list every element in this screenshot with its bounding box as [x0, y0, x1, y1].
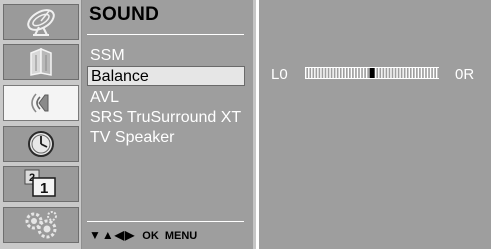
sound-speaker-tile[interactable] [3, 85, 79, 121]
balance-tick [375, 68, 377, 78]
balance-tick [408, 68, 410, 78]
menu-icon-column: 2 1 [0, 0, 82, 249]
balance-tick [320, 68, 322, 78]
balance-tick [417, 68, 420, 78]
balance-tick [326, 68, 328, 78]
svg-text:1: 1 [40, 180, 48, 197]
nav-divider [87, 221, 244, 222]
balance-tick [308, 68, 310, 78]
option-gears-icon [25, 211, 57, 239]
balance-tick [356, 68, 359, 78]
balance-tick [429, 68, 432, 78]
tv-osd-screen: 2 1 SOUND SSM Balance AVL SRS TruSurroun… [0, 0, 491, 249]
balance-thumb[interactable] [369, 68, 375, 78]
balance-tick [435, 68, 438, 78]
menu-item-tv-speaker[interactable]: TV Speaker [87, 128, 245, 148]
title-divider [87, 34, 244, 35]
balance-slider[interactable] [305, 66, 439, 80]
balance-tick [402, 68, 404, 78]
balance-tick [365, 68, 368, 78]
picture-satellite-icon [27, 9, 55, 36]
balance-tick [423, 68, 426, 78]
picture-frame-tile[interactable] [3, 44, 79, 80]
balance-tick [426, 68, 429, 78]
balance-tick [381, 68, 383, 78]
balance-tick [314, 68, 316, 78]
menu-item-srs-trusurround-xt[interactable]: SRS TruSurround XT [87, 108, 245, 128]
balance-tick [332, 68, 334, 78]
balance-tick [305, 68, 307, 78]
balance-tick [390, 68, 392, 78]
balance-tick [350, 68, 353, 78]
balance-tick [329, 68, 331, 78]
time-clock-icon [28, 131, 54, 157]
menu-hint: MENU [164, 230, 198, 242]
balance-tick [317, 68, 319, 78]
time-clock-tile[interactable] [3, 126, 79, 162]
balance-track-line [305, 67, 439, 68]
channel-number-tile[interactable]: 2 1 [3, 166, 79, 202]
balance-tick [387, 68, 389, 78]
picture-satellite-tile[interactable] [3, 4, 79, 40]
balance-tick [347, 68, 350, 78]
balance-tick [335, 68, 337, 78]
balance-tick [420, 68, 423, 78]
balance-adjust-panel: L0 0R [259, 0, 491, 249]
channel-number-icon: 2 1 [24, 169, 56, 197]
sound-menu-panel: SOUND SSM Balance AVL SRS TruSurround XT… [82, 0, 256, 249]
balance-tick [414, 68, 417, 78]
balance-tick [384, 68, 386, 78]
balance-tick [341, 68, 343, 78]
menu-item-avl[interactable]: AVL [87, 88, 245, 108]
balance-tick [396, 68, 398, 78]
balance-tick [323, 68, 325, 78]
menu-item-balance[interactable]: Balance [87, 66, 245, 86]
menu-title: SOUND [89, 4, 160, 25]
ok-hint: OK [142, 230, 159, 242]
balance-tick [378, 68, 380, 78]
menu-item-ssm[interactable]: SSM [87, 46, 245, 66]
balance-tick [359, 68, 362, 78]
balance-tick [311, 68, 313, 78]
balance-tick [411, 68, 413, 78]
balance-left-label: L0 [271, 66, 288, 83]
balance-tick [344, 68, 346, 78]
navigation-hint: ▼▲◀▶ OK MENU [89, 228, 197, 242]
nav-arrows-icon: ▼▲◀▶ [89, 228, 136, 242]
balance-tick [338, 68, 340, 78]
balance-tick [393, 68, 395, 78]
balance-tick [432, 68, 435, 78]
balance-tick [399, 68, 401, 78]
balance-tick [362, 68, 365, 78]
balance-tick [405, 68, 407, 78]
balance-track-line [305, 78, 439, 79]
balance-tick [353, 68, 356, 78]
option-gears-tile[interactable] [3, 207, 79, 243]
sound-speaker-icon [31, 93, 49, 113]
picture-frame-icon [30, 47, 52, 76]
balance-right-label: 0R [455, 66, 475, 83]
